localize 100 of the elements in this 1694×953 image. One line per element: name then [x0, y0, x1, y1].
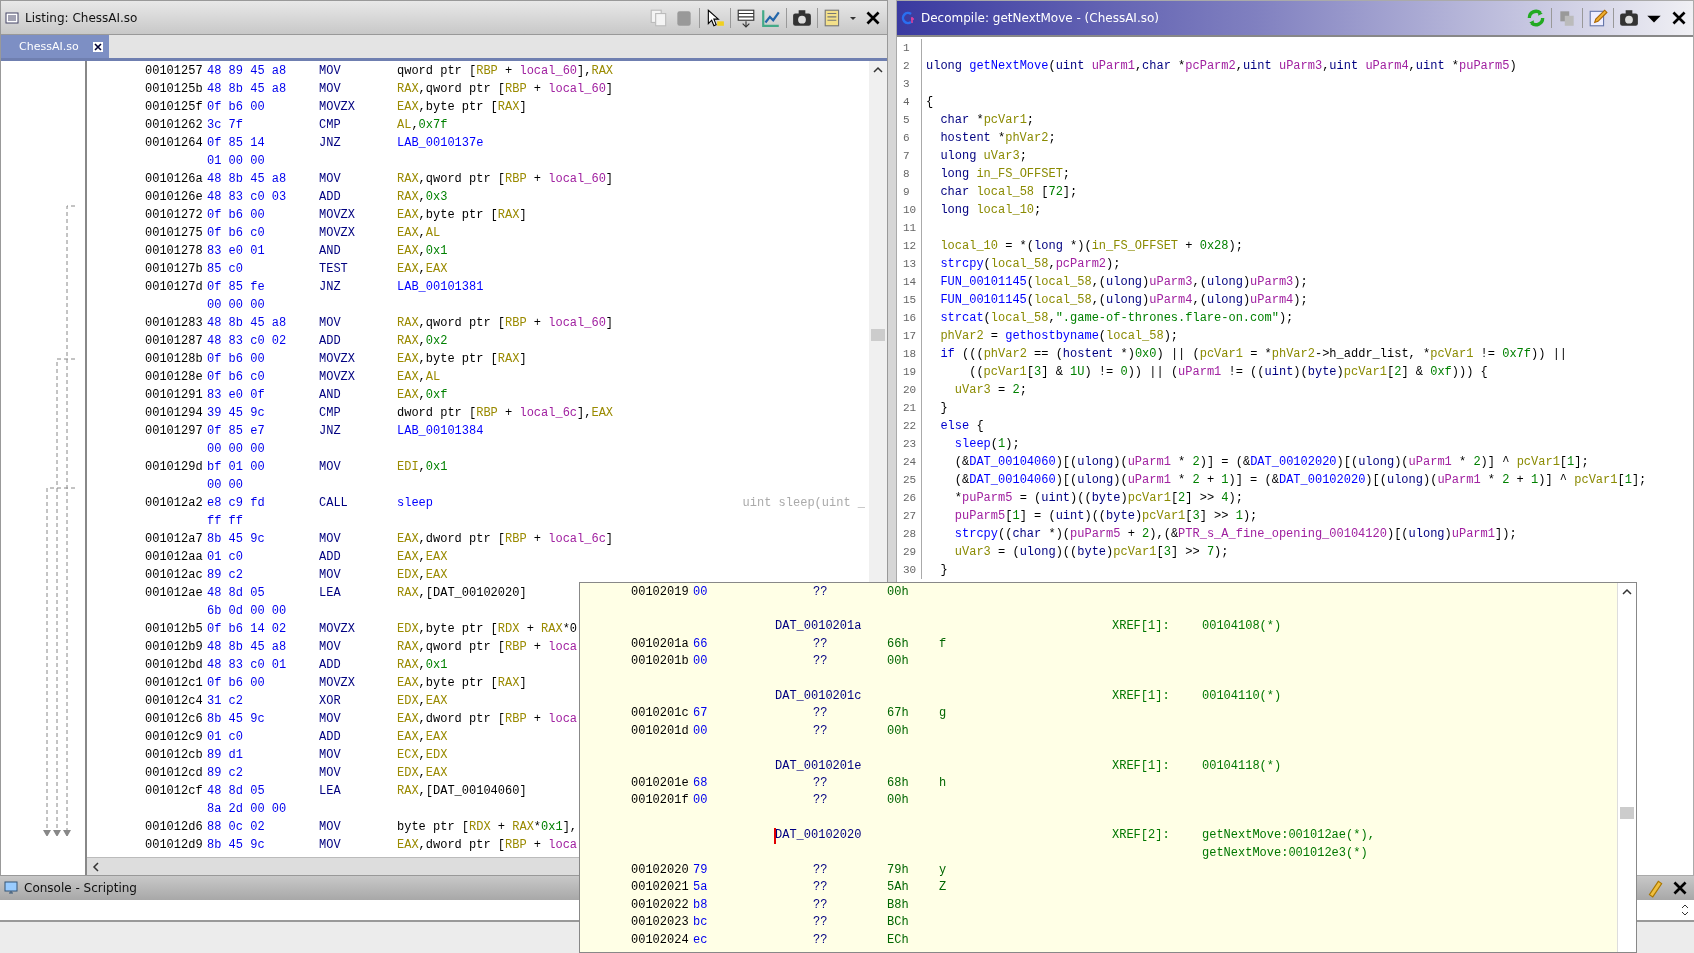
code-line: *puParm5 = (uint)((byte)pcVar1[2] >> 4); [953, 491, 1243, 505]
address-cell-text: 0010126a [145, 172, 204, 186]
line-number: 14 [897, 273, 922, 291]
bytes-cell-text: 48 8d 05 [207, 586, 266, 600]
address-cell-text: 001012ac [145, 568, 204, 582]
panel-title: Console - Scripting [24, 881, 137, 895]
edit-icon[interactable] [1588, 8, 1608, 28]
operand-cell: EAX,dword ptr [RBP + loca [397, 712, 578, 726]
bytes-cell-text: 01 c0 [207, 550, 244, 564]
address-cell-text: 001012c4 [145, 694, 204, 708]
line-number: 7 [897, 147, 922, 165]
code-line: if (((phVar2 == (hostent *)0x0) || (pcVar1 = *phVar2->h_addr_list, *pcVar1 != 0x7f)) || [939, 347, 1568, 361]
bytes-cell-text: e8 c9 fd [207, 496, 266, 510]
type-cell-text: ?? [813, 723, 829, 738]
operand-cell: EDX,byte ptr [RDX + RAX*0 [397, 622, 578, 636]
xref-link[interactable]: 00104110(*) [1202, 689, 1282, 704]
address-cell-text: 00102019 [631, 584, 690, 599]
line-number: 28 [897, 525, 922, 543]
bytes-cell-text: 0f b6 c0 [207, 370, 266, 384]
xref-link[interactable]: getNextMove:001012ae(*), [1202, 828, 1375, 843]
bytes-cell-text: 00 [693, 654, 709, 669]
scrollbar-thumb[interactable] [871, 329, 885, 341]
scrollbar-thumb[interactable] [1620, 807, 1634, 819]
bytes-cell-text: 89 c2 [207, 766, 244, 780]
xref-link[interactable]: getNextMove:001012e3(*) [1202, 845, 1368, 860]
operand-cell: LAB_0010137e [397, 136, 484, 150]
address-cell-text: 0010201f [631, 793, 690, 808]
bytes-cell-text: 0f b6 00 [207, 676, 266, 690]
scroll-left-icon[interactable] [91, 861, 101, 872]
value-cell-text: BCh [887, 915, 910, 930]
code-line: ((pcVar1[3] & 1U) != 0)) || (uParm1 != ((uint)(byte)pcVar1[2] & 0xf))) { [968, 365, 1488, 379]
operand-cell: EAX,AL [397, 370, 441, 384]
comment-text: uint sleep(uint _ [742, 496, 865, 510]
camera-icon[interactable] [792, 7, 812, 28]
file-tab[interactable]: ChessAI.so [1, 35, 109, 58]
bytes-cell-text: 0f 85 14 [207, 136, 266, 150]
address-cell-text: 0010201e [631, 776, 690, 790]
code-line: } [939, 401, 948, 415]
camera-icon[interactable] [1619, 8, 1639, 28]
operand-cell: EDX,EAX [397, 694, 448, 708]
mnemonic-cell-text: MOV [319, 316, 342, 330]
cursor-icon[interactable] [705, 7, 725, 28]
bytes-cell-text: 8b 45 9c [207, 838, 266, 852]
address-cell-text: 0010128e [145, 370, 204, 384]
address-cell-text: 0010129d [145, 460, 204, 474]
vertical-scrollbar[interactable] [1617, 583, 1636, 952]
type-cell-text: ?? [813, 584, 829, 599]
bytes-cell-text: 8a 2d 00 00 [207, 802, 288, 816]
xref-link[interactable]: 00104108(*) [1202, 619, 1282, 634]
bytes-cell-text: 48 8b 45 a8 [207, 172, 288, 186]
line-number: 26 [897, 489, 922, 507]
bytes-cell-text: 89 d1 [207, 748, 244, 762]
close-icon[interactable] [92, 41, 103, 52]
mnemonic-cell-text: ADD [319, 334, 342, 348]
scroll-up-icon[interactable] [1622, 587, 1632, 597]
bytes-cell-text: 01 c0 [207, 730, 244, 744]
xref-link[interactable]: 00104118(*) [1202, 758, 1282, 773]
bytes-cell-text: 00 [693, 723, 709, 738]
mnemonic-cell-text: TEST [319, 262, 349, 276]
mnemonic-cell-text: ADD [319, 730, 342, 744]
mnemonic-cell-text: CMP [319, 118, 342, 132]
char-cell: h [939, 776, 947, 790]
value-cell-text: ECh [887, 932, 910, 947]
data-label: DAT_0010201e [775, 758, 863, 773]
address-cell-text: 00101291 [145, 388, 204, 402]
mnemonic-cell-text: LEA [319, 784, 342, 798]
line-number: 9 [897, 183, 922, 201]
value-cell-text: 00h [887, 584, 910, 599]
address-cell-text: 00101275 [145, 226, 204, 240]
line-number: 12 [897, 237, 922, 255]
operand-cell: AL,0x7f [397, 118, 448, 132]
operand-cell: EAX,dword ptr [RBP + local_6c] [397, 532, 614, 546]
table-icon[interactable] [736, 7, 756, 28]
scroll-up-icon[interactable] [873, 65, 883, 75]
operand-cell: EDX,EAX [397, 568, 448, 582]
line-number: 22 [897, 417, 922, 435]
address-cell-text: 001012bd [145, 658, 204, 672]
operand-cell: EAX,EAX [397, 730, 448, 744]
mnemonic-cell-text: MOV [319, 460, 342, 474]
line-number: 27 [897, 507, 922, 525]
code-line: hostent *phVar2; [939, 131, 1056, 145]
panel-title: Decompile: getNextMove - (ChessAI.so) [921, 11, 1159, 25]
value-cell-text: 00h [887, 793, 910, 808]
mnemonic-cell-text: AND [319, 388, 342, 402]
line-number: 1 [897, 39, 922, 57]
operand-cell: LAB_00101381 [397, 280, 484, 294]
operand-cell: EAX,EAX [397, 550, 448, 564]
code-line: else { [939, 419, 984, 433]
mnemonic-cell-text: AND [319, 244, 342, 258]
address-cell-text: 00102022 [631, 897, 690, 912]
bytes-cell-text: 0f b6 c0 [207, 226, 266, 240]
value-cell-text: 66h [887, 636, 910, 651]
code-line: local_10 = *(long *)(in_FS_OFFSET + 0x28); [939, 239, 1243, 253]
bytes-cell-text: 0f b6 00 [207, 100, 266, 114]
address-cell-text: 0010126e [145, 190, 204, 204]
address-cell-text: 0010201a [631, 636, 690, 651]
line-number: 6 [897, 129, 922, 147]
graph-icon[interactable] [761, 7, 781, 28]
operand-cell: EAX,0xf [397, 388, 448, 402]
mnemonic-cell-text: MOV [319, 766, 342, 780]
